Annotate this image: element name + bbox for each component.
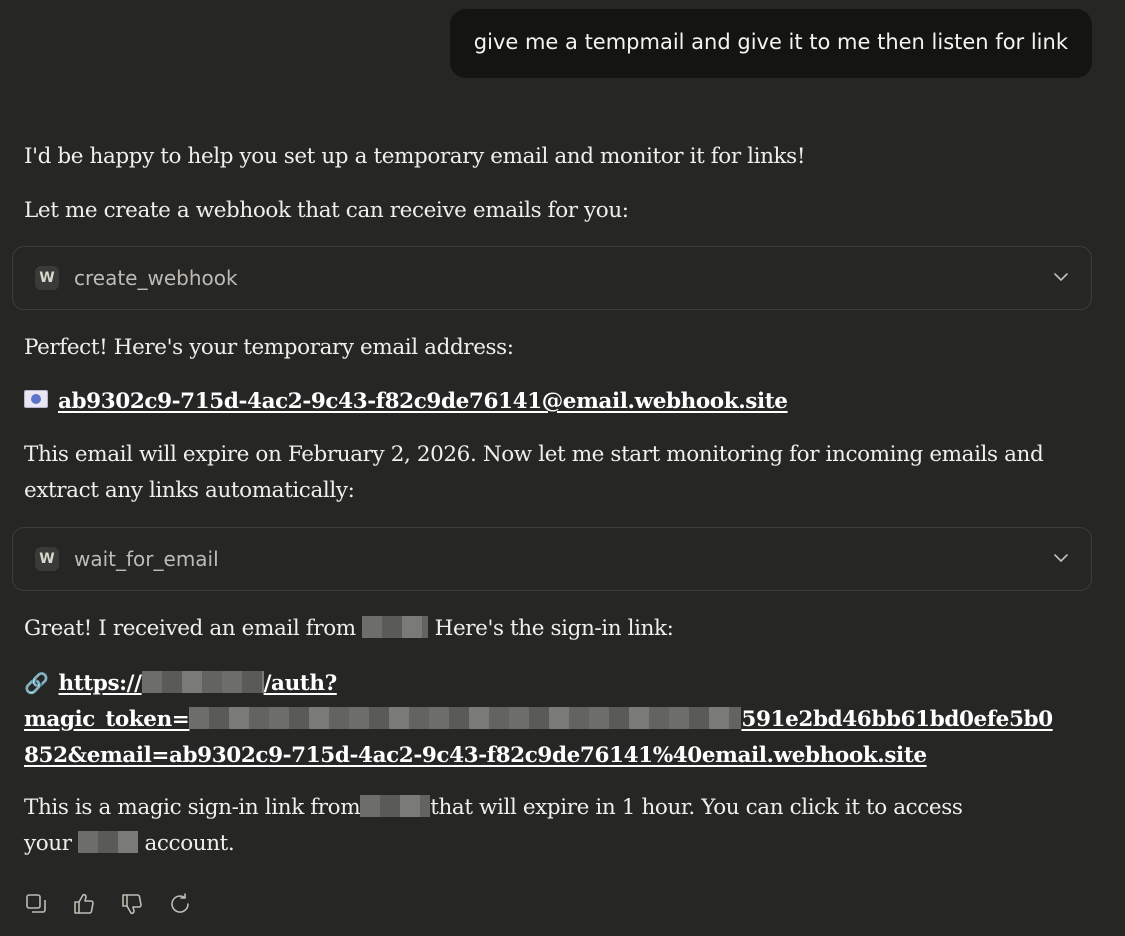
tool-call-wait-for-email[interactable]: W wait_for_email bbox=[12, 527, 1092, 591]
link-line3: 852&email=ab9302c9-715d-4ac2-9c43-f82c9d… bbox=[24, 743, 927, 768]
thumbs-down-icon[interactable] bbox=[120, 892, 144, 916]
link-token-tail: 591e2bd46bb61bd0efe5b0 bbox=[741, 707, 1053, 732]
email-icon bbox=[24, 390, 48, 408]
link-prefix: https:// bbox=[58, 671, 142, 696]
assistant-paragraph: This is a magic sign-in link from that wi… bbox=[24, 790, 1024, 862]
tool-name: wait_for_email bbox=[74, 547, 219, 571]
email-address-link[interactable]: ab9302c9-715d-4ac2-9c43-f82c9de76141@ema… bbox=[58, 389, 788, 414]
text-segment: Great! I received an email from bbox=[24, 616, 356, 641]
tool-call-create-webhook[interactable]: W create_webhook bbox=[12, 246, 1092, 310]
redacted-block bbox=[141, 671, 264, 693]
assistant-paragraph: Great! I received an email from Here's t… bbox=[24, 611, 1054, 647]
redacted-block bbox=[362, 616, 429, 638]
redacted-block bbox=[189, 707, 742, 729]
assistant-paragraph: This email will expire on February 2, 20… bbox=[24, 442, 1044, 503]
text-segment: This is a magic sign-in link from bbox=[24, 795, 361, 820]
text-segment: that will expire in 1 hour. You can clic… bbox=[430, 795, 963, 820]
thumbs-up-icon[interactable] bbox=[72, 892, 96, 916]
sign-in-link[interactable]: https:// /auth? magic_token= 591e2bd46bb61b… bbox=[24, 671, 1053, 768]
copy-icon[interactable] bbox=[24, 892, 48, 916]
sign-in-link-block: 🔗 https:// /auth? magic_token= 591e2bd46bb61… bbox=[24, 665, 1054, 774]
link-icon: 🔗 bbox=[24, 671, 49, 695]
assistant-paragraph: Let me create a webhook that can receive… bbox=[24, 198, 629, 223]
text-segment: account. bbox=[144, 831, 235, 856]
tool-name: create_webhook bbox=[74, 266, 238, 290]
redacted-block bbox=[78, 831, 139, 853]
link-token-label: magic_token= bbox=[24, 707, 190, 732]
assistant-paragraph: Perfect! Here's your temporary email add… bbox=[24, 335, 514, 360]
text-segment: Here's the sign-in link: bbox=[434, 616, 674, 641]
link-path: /auth? bbox=[263, 671, 338, 696]
assistant-paragraph: I'd be happy to help you set up a tempor… bbox=[24, 144, 806, 169]
redacted-block bbox=[360, 795, 431, 817]
user-message-bubble: give me a tempmail and give it to me the… bbox=[449, 9, 1092, 78]
text-segment: your bbox=[24, 831, 72, 856]
webhook-tool-icon: W bbox=[35, 266, 59, 290]
chevron-down-icon[interactable] bbox=[1053, 550, 1069, 566]
email-line: ab9302c9-715d-4ac2-9c43-f82c9de76141@ema… bbox=[24, 384, 1054, 420]
retry-icon[interactable] bbox=[168, 892, 192, 916]
chevron-down-icon[interactable] bbox=[1053, 269, 1069, 285]
webhook-tool-icon: W bbox=[35, 547, 59, 571]
